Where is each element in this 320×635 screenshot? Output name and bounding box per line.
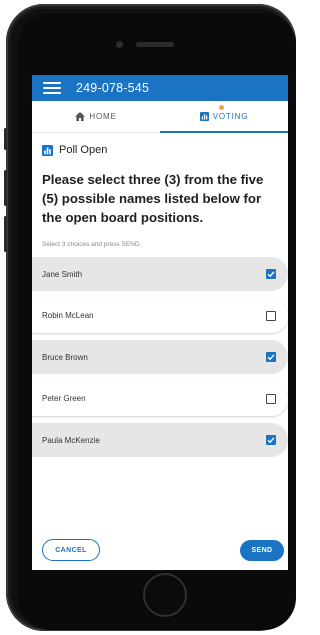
option-label: Bruce Brown — [42, 352, 88, 362]
option-label: Jane Smith — [42, 269, 83, 279]
unchecked-checkbox-icon[interactable] — [266, 310, 276, 321]
checked-checkbox-icon[interactable] — [266, 269, 276, 279]
option-label: Robin McLean — [42, 311, 94, 320]
front-camera — [116, 41, 123, 48]
poll-options-list: Jane Smith Robin McLean Bruce Brown Pete… — [32, 257, 288, 457]
earpiece-speaker — [136, 42, 174, 47]
tab-voting[interactable]: VOTING — [160, 101, 288, 132]
poll-option[interactable]: Paula McKenzie — [32, 423, 288, 457]
poll-option[interactable]: Robin McLean — [32, 298, 288, 333]
poll-option[interactable]: Jane Smith — [32, 257, 288, 291]
tab-home-label: HOME — [89, 112, 117, 121]
side-button — [4, 216, 7, 252]
side-button — [4, 128, 7, 150]
poll-status-label: Poll Open — [59, 144, 108, 156]
poll-option[interactable]: Peter Green — [32, 381, 288, 416]
checked-checkbox-icon[interactable] — [266, 352, 276, 362]
unchecked-checkbox-icon[interactable] — [266, 393, 276, 404]
app-bar: 249-078-545 — [32, 75, 288, 101]
option-label: Peter Green — [42, 394, 86, 403]
poll-option[interactable]: Bruce Brown — [32, 340, 288, 374]
bar-chart-icon — [199, 112, 209, 121]
tab-bar: HOME VOTING — [32, 101, 288, 133]
poll-status: Poll Open — [42, 144, 288, 156]
option-label: Paula McKenzie — [42, 435, 100, 445]
cancel-button[interactable]: CANCEL — [42, 539, 100, 561]
active-tab-indicator — [160, 131, 288, 133]
tab-home[interactable]: HOME — [32, 101, 160, 132]
bar-chart-icon — [42, 144, 53, 156]
tab-voting-label: VOTING — [212, 112, 249, 121]
home-icon — [75, 112, 86, 121]
hamburger-menu-icon[interactable] — [43, 82, 61, 94]
action-bar: CANCEL SEND — [32, 536, 288, 564]
home-button[interactable] — [143, 573, 187, 617]
side-button — [4, 170, 7, 206]
meeting-id-title: 249-078-545 — [76, 81, 150, 95]
poll-instructions: Select 3 choices and press SEND. — [42, 241, 142, 248]
app-screen: 249-078-545 HOME VOTING Poll Open Please… — [32, 75, 288, 570]
checked-checkbox-icon[interactable] — [266, 435, 276, 445]
send-button[interactable]: SEND — [240, 539, 284, 561]
notification-dot — [219, 105, 224, 110]
poll-question: Please select three (3) from the five (5… — [42, 172, 264, 225]
